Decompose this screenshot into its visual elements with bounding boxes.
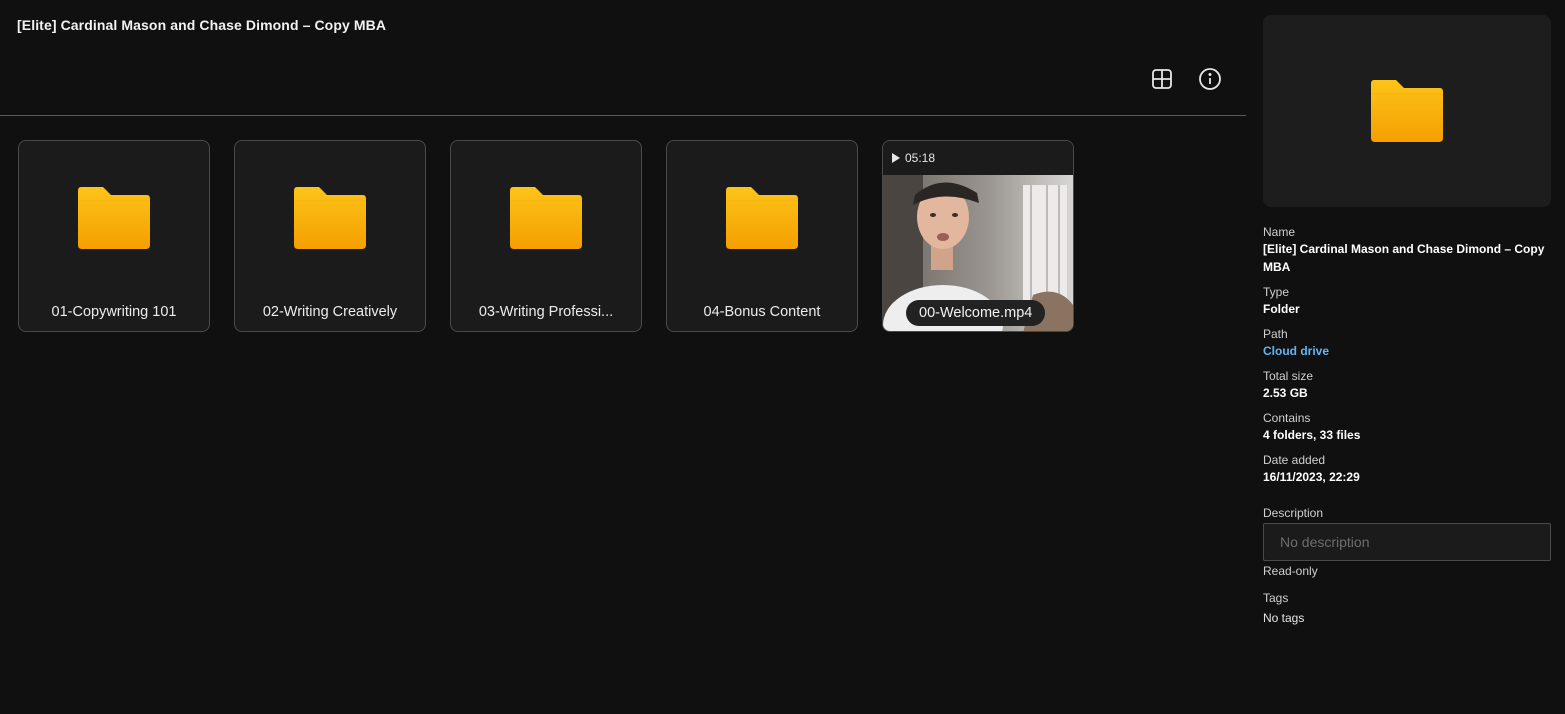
video-duration: 05:18	[905, 151, 936, 165]
name-label: Name	[1263, 225, 1296, 239]
folder-icon	[294, 187, 366, 249]
contains-label: Contains	[1263, 411, 1311, 425]
page-title: [Elite] Cardinal Mason and Chase Dimond …	[17, 17, 387, 33]
folder-icon	[510, 187, 582, 249]
header-divider	[0, 115, 1246, 116]
info-icon	[1199, 68, 1221, 90]
folder-icon	[78, 187, 150, 249]
folder-tile[interactable]: 04-Bonus Content	[666, 140, 858, 332]
size-value: 2.53 GB	[1263, 386, 1308, 400]
readonly-note: Read-only	[1263, 564, 1318, 578]
description-label: Description	[1263, 506, 1324, 520]
preview-card	[1263, 15, 1551, 207]
size-label: Total size	[1263, 369, 1314, 383]
video-name-label: 00-Welcome.mp4	[906, 300, 1046, 326]
folder-icon	[726, 187, 798, 249]
tile-label: 02-Writing Creatively	[262, 304, 398, 320]
tile-label: 01-Copywriting 101	[51, 304, 177, 320]
toolbar	[1150, 67, 1222, 91]
folder-tile[interactable]: 01-Copywriting 101	[18, 140, 210, 332]
description-field[interactable]	[1263, 523, 1551, 561]
tile-label: 04-Bonus Content	[703, 304, 821, 320]
grid-view-button[interactable]	[1150, 67, 1174, 91]
tags-label: Tags	[1263, 591, 1289, 605]
tile-label: 03-Writing Professi...	[478, 304, 614, 320]
date-label: Date added	[1263, 453, 1326, 467]
type-label: Type	[1263, 285, 1290, 299]
folder-tile[interactable]: 02-Writing Creatively	[234, 140, 426, 332]
details-panel: Name [Elite] Cardinal Mason and Chase Di…	[1246, 0, 1565, 714]
contains-value: 4 folders, 33 files	[1263, 428, 1361, 442]
folder-icon	[1371, 80, 1443, 142]
video-tile[interactable]: 05:18 00-Welcome.mp4	[882, 140, 1074, 332]
play-icon	[892, 153, 900, 163]
info-button[interactable]	[1198, 67, 1222, 91]
date-value: 16/11/2023, 22:29	[1263, 470, 1360, 484]
tags-value: No tags	[1263, 611, 1305, 625]
file-grid: 01-Copywriting 101 02-Writing Creatively…	[18, 140, 1074, 332]
folder-tile[interactable]: 03-Writing Professi...	[450, 140, 642, 332]
path-label: Path	[1263, 327, 1288, 341]
name-value: [Elite] Cardinal Mason and Chase Dimond …	[1263, 242, 1545, 274]
grid-view-icon	[1152, 69, 1172, 89]
type-value: Folder	[1263, 302, 1300, 316]
path-link[interactable]: Cloud drive	[1263, 342, 1553, 360]
main-area: [Elite] Cardinal Mason and Chase Dimond …	[0, 0, 1246, 714]
video-duration-bar: 05:18	[883, 141, 1073, 175]
info-list: Name [Elite] Cardinal Mason and Chase Di…	[1263, 224, 1553, 494]
